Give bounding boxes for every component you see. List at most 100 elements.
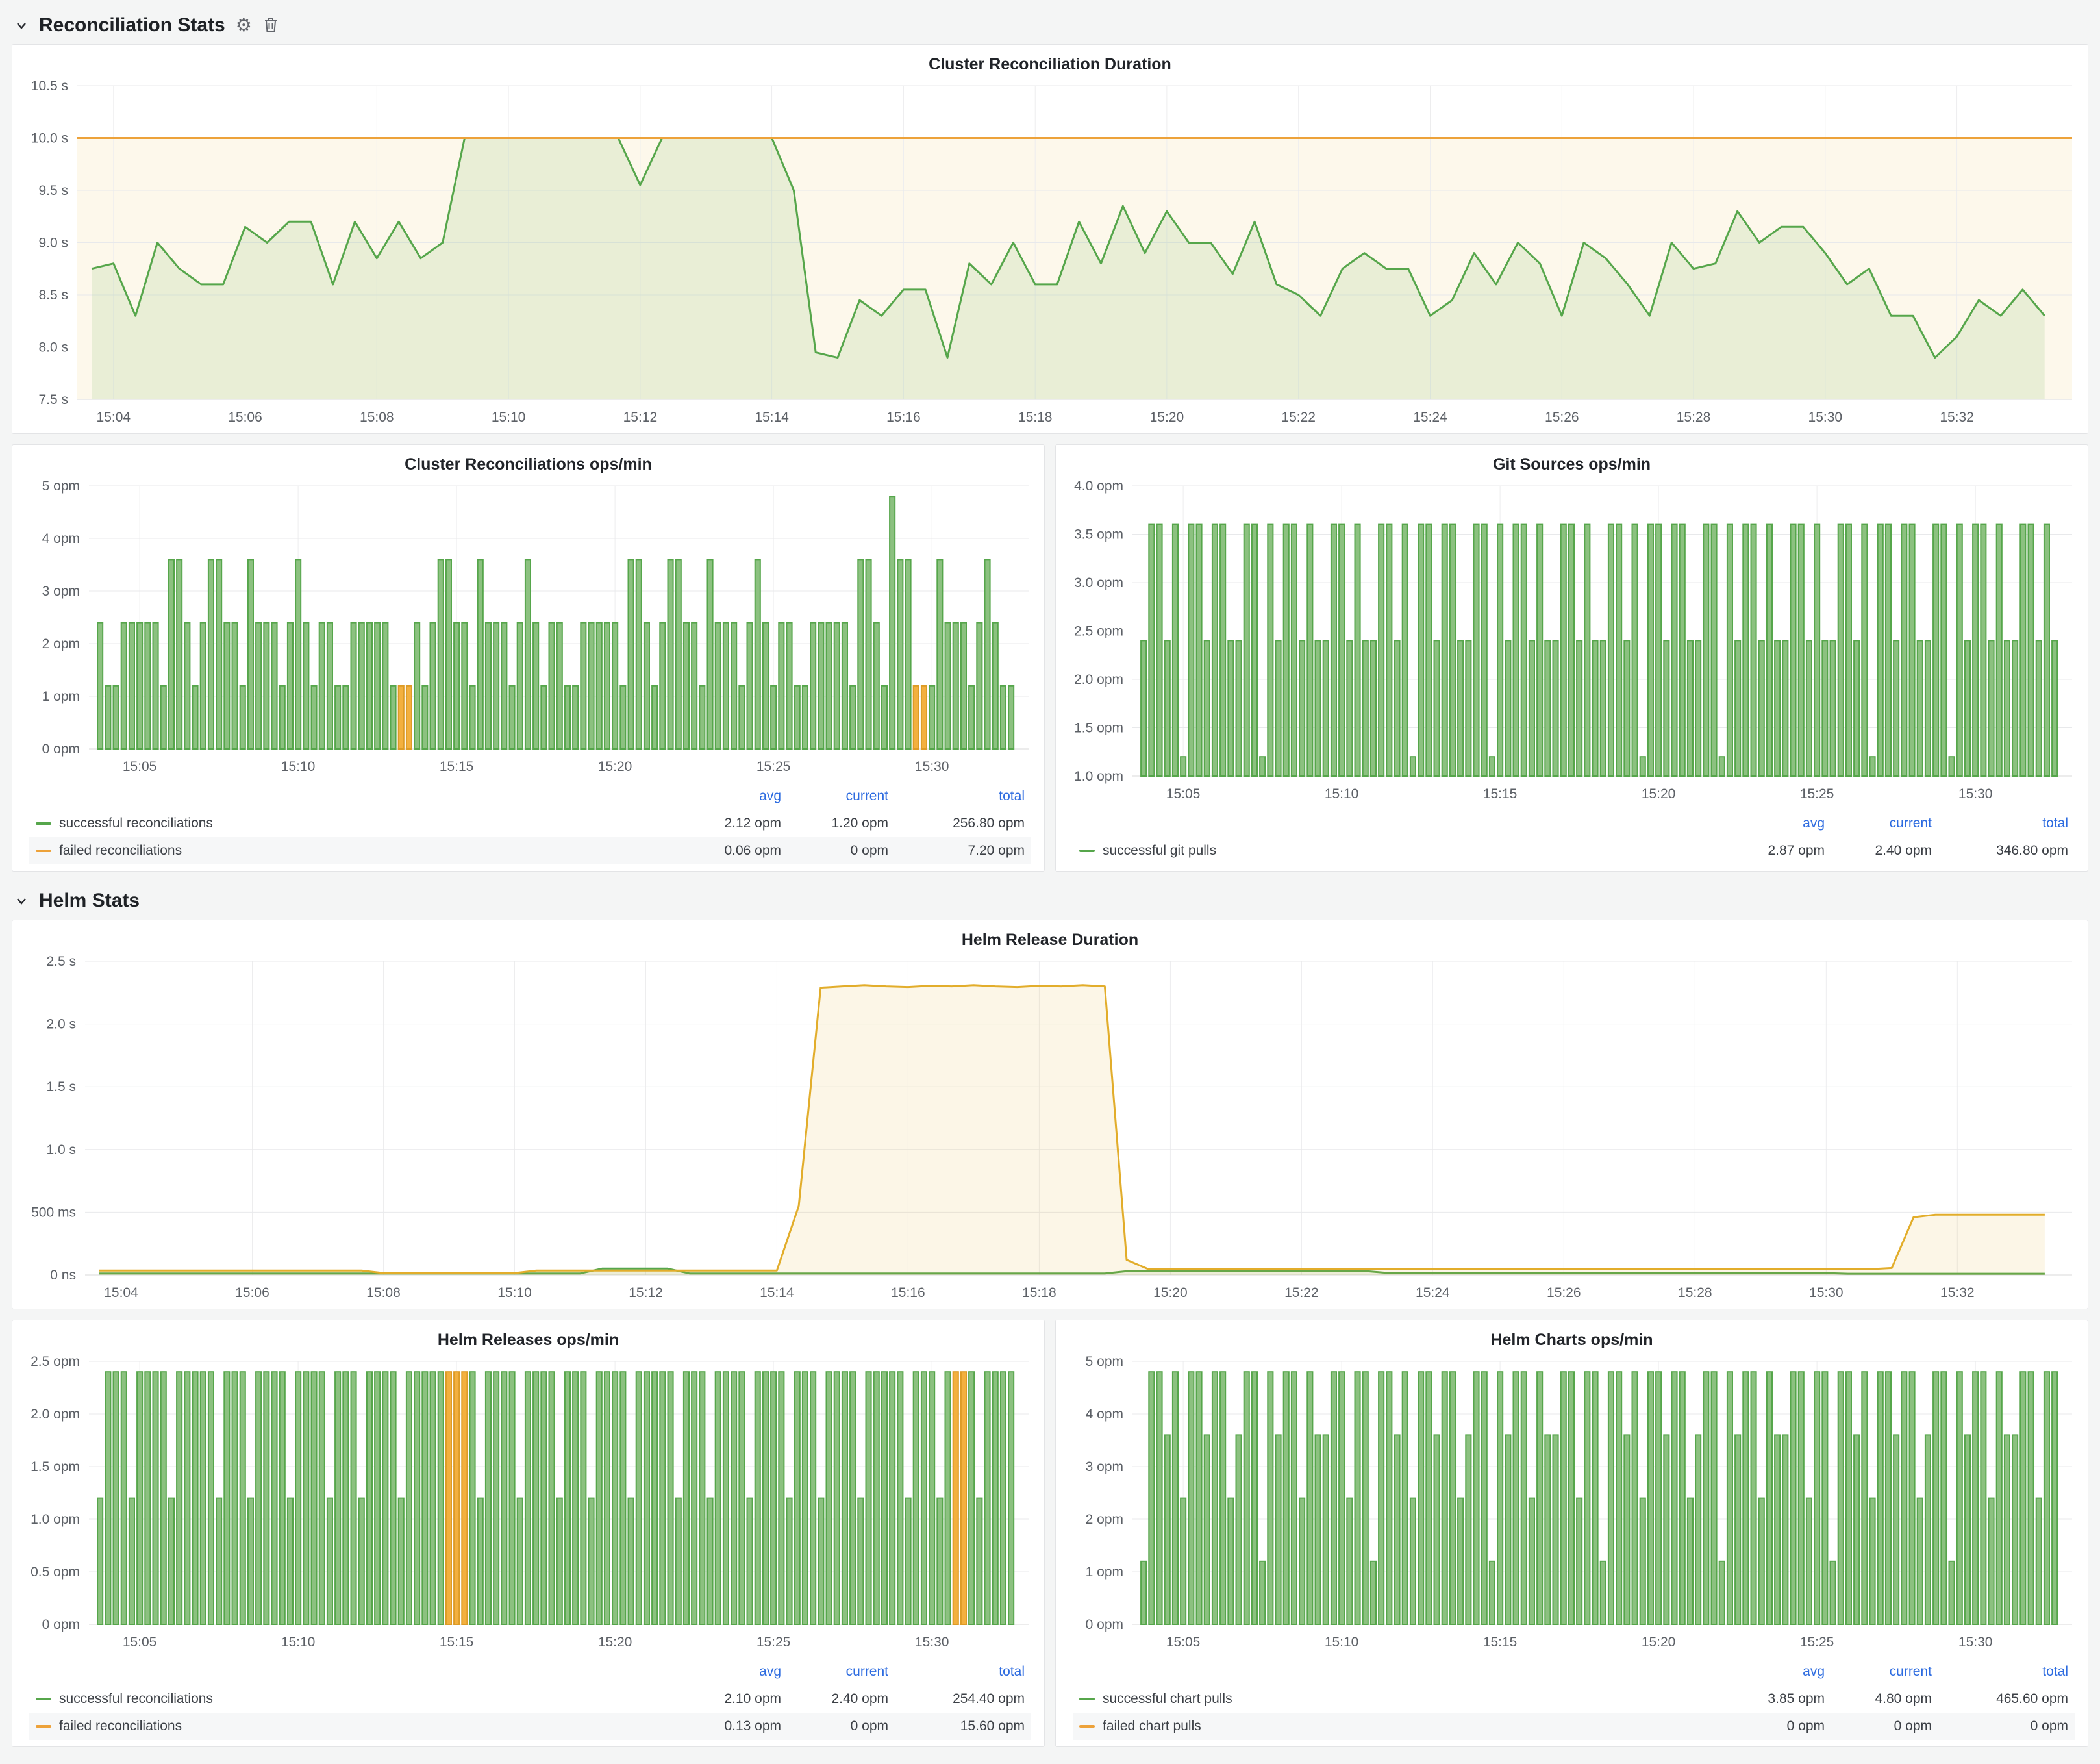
legend-helm-releases: avgcurrenttotal successful reconciliation… — [12, 1658, 1044, 1746]
cluster-reconciliation-duration-chart[interactable]: 15:0415:0615:0815:1015:1215:1415:1615:18… — [12, 77, 2088, 433]
legend-col-current[interactable]: current — [788, 783, 895, 810]
panel-title[interactable]: Helm Charts ops/min — [1056, 1320, 2088, 1352]
svg-text:15:22: 15:22 — [1281, 410, 1316, 425]
legend-col-total[interactable]: total — [895, 783, 1031, 810]
panel-helm-release-duration: Helm Release Duration 15:0415:0615:0815:… — [12, 920, 2088, 1309]
svg-text:2.5 opm: 2.5 opm — [1074, 624, 1123, 639]
cluster-reconciliations-opm-chart[interactable]: 15:0515:1015:1515:2015:2515:300 opm1 opm… — [12, 477, 1044, 783]
helm-charts-opm-chart[interactable]: 15:0515:1015:1515:2015:2515:300 opm1 opm… — [1056, 1352, 2088, 1658]
legend-series-label[interactable]: failed chart pulls — [1073, 1713, 1724, 1740]
legend-value: 0 opm — [788, 837, 895, 864]
svg-text:1.0 opm: 1.0 opm — [1074, 769, 1123, 784]
legend-value: 465.60 opm — [1938, 1685, 2075, 1713]
svg-text:15:10: 15:10 — [1325, 1635, 1359, 1650]
svg-text:15:26: 15:26 — [1547, 1285, 1581, 1300]
svg-text:15:05: 15:05 — [1166, 1635, 1201, 1650]
svg-text:15:10: 15:10 — [497, 1285, 532, 1300]
svg-text:15:30: 15:30 — [1809, 1285, 1844, 1300]
svg-text:15:14: 15:14 — [755, 410, 789, 425]
svg-text:15:30: 15:30 — [915, 759, 949, 774]
legend-col-total[interactable]: total — [1938, 810, 2075, 837]
gear-icon[interactable]: ⚙ — [236, 16, 252, 34]
svg-text:4 opm: 4 opm — [42, 531, 80, 546]
row-title: Reconciliation Stats — [39, 14, 225, 36]
svg-text:3 opm: 3 opm — [1086, 1459, 1123, 1474]
legend-series-label[interactable]: failed reconciliations — [29, 837, 681, 864]
legend-col-current[interactable]: current — [788, 1658, 895, 1685]
panel-title[interactable]: Cluster Reconciliation Duration — [12, 45, 2088, 77]
svg-text:15:14: 15:14 — [760, 1285, 794, 1300]
svg-text:5 opm: 5 opm — [42, 479, 80, 494]
svg-text:2 opm: 2 opm — [42, 636, 80, 651]
git-sources-opm-chart[interactable]: 15:0515:1015:1515:2015:2515:301.0 opm1.5… — [1056, 477, 2088, 810]
svg-text:15:25: 15:25 — [756, 1635, 791, 1650]
panel-helm-charts-opm: Helm Charts ops/min 15:0515:1015:1515:20… — [1055, 1320, 2088, 1747]
svg-text:3.0 opm: 3.0 opm — [1074, 575, 1123, 590]
legend-col-current[interactable]: current — [1831, 810, 1938, 837]
row-header-reconciliation-stats[interactable]: Reconciliation Stats ⚙ — [12, 6, 2088, 44]
chart-svg: 15:0415:0615:0815:1015:1215:1415:1615:18… — [12, 952, 2088, 1309]
svg-text:15:20: 15:20 — [1150, 410, 1184, 425]
svg-text:15:25: 15:25 — [1800, 787, 1834, 801]
grafana-dashboard: Reconciliation Stats ⚙ Cluster Reconcili… — [0, 0, 2100, 1759]
legend-value: 0 opm — [1831, 1713, 1938, 1740]
panel-helm-releases-opm: Helm Releases ops/min 15:0515:1015:1515:… — [12, 1320, 1045, 1747]
svg-text:15:05: 15:05 — [123, 759, 157, 774]
legend-col-avg[interactable]: avg — [1724, 1658, 1831, 1685]
svg-text:15:10: 15:10 — [1325, 787, 1359, 801]
panel-title[interactable]: Git Sources ops/min — [1056, 445, 2088, 477]
legend-value: 3.85 opm — [1724, 1685, 1831, 1713]
legend-col-avg[interactable]: avg — [681, 1658, 788, 1685]
legend-col-current[interactable]: current — [1831, 1658, 1938, 1685]
legend-series-label[interactable]: successful reconciliations — [29, 810, 681, 837]
svg-text:1.5 opm: 1.5 opm — [31, 1459, 80, 1474]
svg-text:15:15: 15:15 — [1483, 1635, 1518, 1650]
panel-title[interactable]: Helm Release Duration — [12, 920, 2088, 952]
legend-col-total[interactable]: total — [1938, 1658, 2075, 1685]
svg-text:4 opm: 4 opm — [1086, 1407, 1123, 1422]
legend-value: 0 opm — [788, 1713, 895, 1740]
chart-svg: 15:0415:0615:0815:1015:1215:1415:1615:18… — [12, 77, 2088, 433]
svg-text:15:24: 15:24 — [1413, 410, 1447, 425]
chart-svg: 15:0515:1015:1515:2015:2515:301.0 opm1.5… — [1056, 477, 2088, 810]
svg-text:15:10: 15:10 — [281, 759, 316, 774]
svg-text:2.0 opm: 2.0 opm — [1074, 672, 1123, 687]
legend-series-label[interactable]: successful reconciliations — [29, 1685, 681, 1713]
legend-series-label[interactable]: failed reconciliations — [29, 1713, 681, 1740]
svg-text:15:30: 15:30 — [915, 1635, 949, 1650]
series-color-mark — [36, 1725, 51, 1728]
svg-text:15:04: 15:04 — [97, 410, 131, 425]
legend-col-total[interactable]: total — [895, 1658, 1031, 1685]
legend-value: 2.40 opm — [1831, 837, 1938, 864]
svg-text:15:12: 15:12 — [623, 410, 658, 425]
row-header-helm-stats[interactable]: Helm Stats — [12, 882, 2088, 920]
svg-text:15:15: 15:15 — [440, 1635, 474, 1650]
helm-release-duration-chart[interactable]: 15:0415:0615:0815:1015:1215:1415:1615:18… — [12, 952, 2088, 1309]
panel-cluster-reconciliations-opm: Cluster Reconciliations ops/min 15:05 15:… — [12, 444, 1045, 872]
legend-cluster-reconciliations: avgcurrenttotal successful reconciliation… — [12, 783, 1044, 871]
legend-col-avg[interactable]: avg — [681, 783, 788, 810]
panel-title[interactable]: Cluster Reconciliations ops/min — [12, 445, 1044, 477]
legend-col-avg[interactable]: avg — [1724, 810, 1831, 837]
svg-text:1 opm: 1 opm — [42, 689, 80, 704]
svg-text:15:20: 15:20 — [1642, 787, 1676, 801]
legend-value: 7.20 opm — [895, 837, 1031, 864]
svg-text:15:25: 15:25 — [756, 759, 791, 774]
trash-icon[interactable] — [262, 16, 279, 34]
legend-series-label[interactable]: successful git pulls — [1073, 837, 1724, 864]
legend-value: 2.40 opm — [788, 1685, 895, 1713]
svg-text:1 opm: 1 opm — [1086, 1565, 1123, 1580]
svg-text:4.0 opm: 4.0 opm — [1074, 479, 1123, 494]
svg-text:1.5 opm: 1.5 opm — [1074, 721, 1123, 736]
row-title: Helm Stats — [39, 890, 140, 912]
helm-releases-opm-chart[interactable]: 15:0515:1015:1515:2015:2515:300 opm0.5 o… — [12, 1352, 1044, 1658]
legend-value: 346.80 opm — [1938, 837, 2075, 864]
legend-value: 254.40 opm — [895, 1685, 1031, 1713]
svg-text:15:22: 15:22 — [1284, 1285, 1319, 1300]
panel-title[interactable]: Helm Releases ops/min — [12, 1320, 1044, 1352]
chevron-down-icon — [14, 894, 29, 908]
legend-value: 256.80 opm — [895, 810, 1031, 837]
svg-text:1.5 s: 1.5 s — [46, 1079, 76, 1094]
legend-series-label[interactable]: successful chart pulls — [1073, 1685, 1724, 1713]
legend-value: 1.20 opm — [788, 810, 895, 837]
